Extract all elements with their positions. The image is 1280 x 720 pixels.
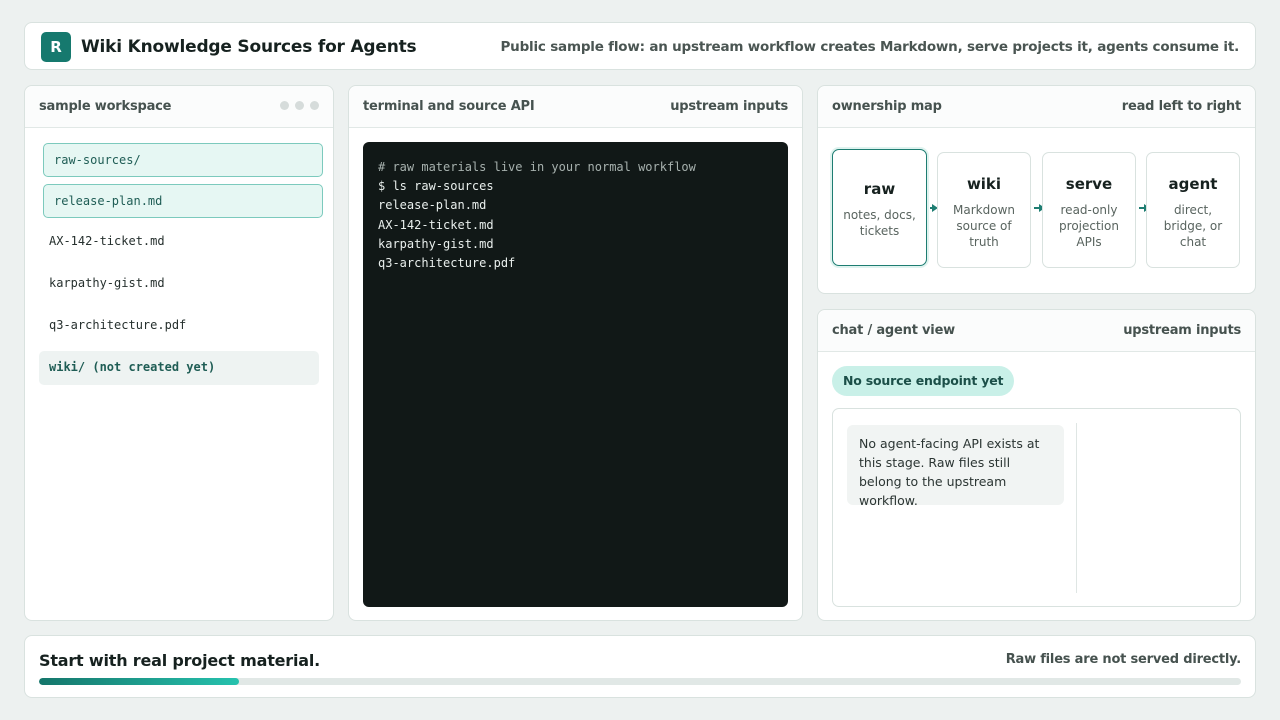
file-item-wiki-pending[interactable]: wiki/ (not created yet) — [39, 351, 319, 385]
ownership-panel: ownership map read left to right raw not… — [817, 85, 1256, 294]
file-item-q3-architecture[interactable]: q3-architecture.pdf — [39, 309, 319, 343]
ownership-title: ownership map — [832, 99, 942, 114]
footer-status: Start with real project material. Raw fi… — [24, 635, 1256, 698]
chat-title: chat / agent view — [832, 323, 955, 338]
terminal-output[interactable]: # raw materials live in your normal work… — [363, 142, 788, 607]
window-dot-icon[interactable] — [295, 101, 304, 110]
terminal-panel: terminal and source API upstream inputs … — [348, 85, 803, 621]
ownership-tag: read left to right — [1121, 99, 1241, 114]
terminal-title: terminal and source API — [363, 99, 535, 114]
stage-name: wiki — [966, 175, 1002, 193]
terminal-line: $ ls raw-sources — [378, 179, 494, 194]
chat-tag: upstream inputs — [1123, 323, 1241, 338]
chat-panel: chat / agent view upstream inputs No sou… — [817, 309, 1256, 621]
chat-panel-header: chat / agent view upstream inputs — [818, 310, 1255, 352]
status-badge: No source endpoint yet — [832, 366, 1015, 396]
stage-desc: notes, docs, tickets — [843, 208, 916, 238]
terminal-line: # raw materials live in your normal work… — [378, 160, 696, 174]
app-logo: R — [41, 32, 71, 62]
workspace-panel: sample workspace raw-sources/ release-pl… — [24, 85, 334, 621]
window-dot-icon[interactable] — [310, 101, 319, 110]
stage-serve[interactable]: serve read-only projection APIs — [1042, 152, 1136, 268]
workspace-panel-header: sample workspace — [25, 86, 333, 128]
chat-divider — [1076, 423, 1077, 593]
terminal-line: q3-architecture.pdf — [378, 255, 516, 270]
stage-desc: direct, bridge, or chat — [1163, 203, 1223, 249]
terminal-line: AX-142-ticket.md — [378, 217, 494, 232]
terminal-panel-header: terminal and source API upstream inputs — [349, 86, 802, 128]
app-subtitle: Public sample flow: an upstream workflow… — [500, 39, 1239, 55]
progress-fill — [39, 678, 240, 685]
terminal-line: karpathy-gist.md — [378, 236, 494, 251]
stage-desc: Markdown source of truth — [953, 203, 1015, 249]
chat-conversation[interactable]: No agent-facing API exists at this stage… — [832, 408, 1241, 607]
terminal-line: release-plan.md — [378, 198, 487, 213]
window-controls — [280, 101, 319, 110]
workspace-title: sample workspace — [39, 99, 172, 114]
stage-desc: read-only projection APIs — [1059, 203, 1119, 249]
file-item-karpathy-gist[interactable]: karpathy-gist.md — [39, 267, 319, 301]
stage-raw[interactable]: raw notes, docs, tickets — [832, 149, 927, 266]
terminal-tag: upstream inputs — [670, 99, 788, 114]
file-item-ax-142-ticket[interactable]: AX-142-ticket.md — [39, 225, 319, 259]
app-title: Wiki Knowledge Sources for Agents — [81, 37, 417, 57]
step-note: Raw files are not served directly. — [1005, 652, 1241, 667]
app-header: R Wiki Knowledge Sources for Agents Publ… — [24, 22, 1256, 70]
chat-message: No agent-facing API exists at this stage… — [847, 425, 1064, 508]
stage-name: serve — [1065, 175, 1113, 193]
progress-bar — [39, 678, 1241, 685]
window-dot-icon[interactable] — [280, 101, 289, 110]
stage-agent[interactable]: agent direct, bridge, or chat — [1146, 152, 1240, 268]
stage-wiki[interactable]: wiki Markdown source of truth — [937, 152, 1031, 268]
file-item-raw-sources[interactable]: raw-sources/ — [43, 143, 323, 177]
file-item-release-plan[interactable]: release-plan.md — [43, 184, 323, 218]
stage-name: raw — [863, 180, 896, 198]
stage-name: agent — [1168, 175, 1218, 193]
ownership-panel-header: ownership map read left to right — [818, 86, 1255, 128]
step-title: Start with real project material. — [39, 651, 321, 670]
arrow-right-icon — [930, 204, 938, 212]
